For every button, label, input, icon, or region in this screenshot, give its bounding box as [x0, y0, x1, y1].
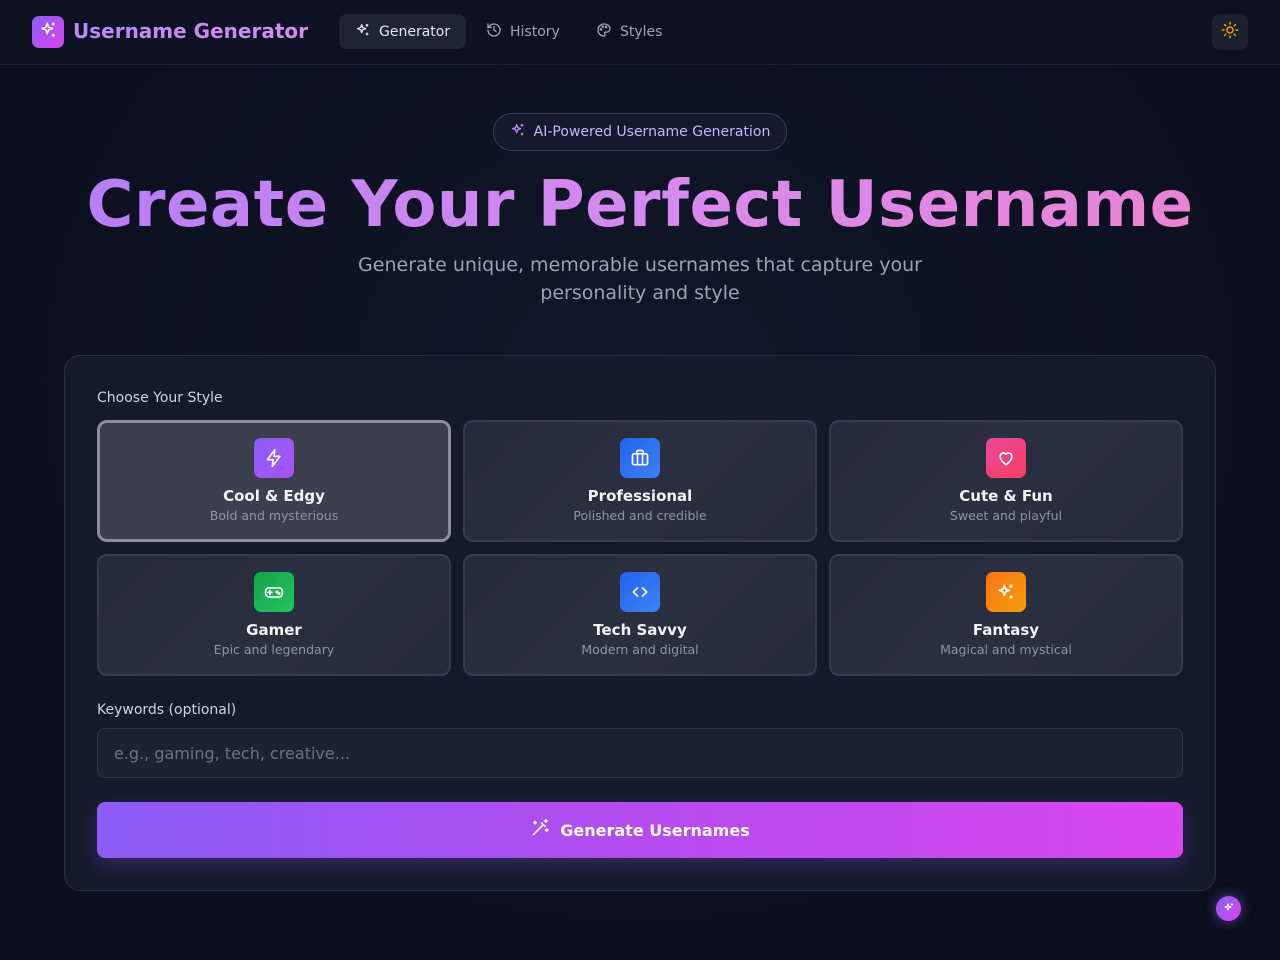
nav-history-label: History [510, 23, 560, 40]
style-option-cute-fun[interactable]: Cute & Fun Sweet and playful [829, 420, 1183, 542]
history-icon [486, 22, 502, 42]
nav-generator[interactable]: Generator [339, 14, 466, 49]
generate-button[interactable]: Generate Usernames [97, 802, 1183, 858]
style-desc: Bold and mysterious [209, 508, 339, 523]
briefcase-icon [620, 438, 660, 478]
palette-icon [596, 22, 612, 42]
generate-button-label: Generate Usernames [560, 820, 750, 840]
sparkles-icon [355, 22, 371, 42]
nav-history[interactable]: History [470, 14, 576, 49]
ai-badge: AI-Powered Username Generation [493, 113, 787, 151]
generator-card: Choose Your Style Cool & Edgy Bold and m… [64, 355, 1216, 891]
theme-toggle-button[interactable] [1212, 14, 1248, 50]
sparkles-icon [986, 572, 1026, 612]
style-label: Choose Your Style [97, 390, 223, 406]
style-name: Professional [587, 487, 693, 505]
style-option-cool-edgy[interactable]: Cool & Edgy Bold and mysterious [97, 420, 451, 542]
style-option-gamer[interactable]: Gamer Epic and legendary [97, 554, 451, 676]
nav-generator-label: Generator [379, 23, 451, 40]
style-option-fantasy[interactable]: Fantasy Magical and mystical [829, 554, 1183, 676]
style-option-professional[interactable]: Professional Polished and credible [463, 420, 817, 542]
keywords-input[interactable] [97, 728, 1183, 778]
sun-icon [1221, 21, 1239, 43]
floating-action-button[interactable] [1216, 896, 1241, 921]
magic-wand-icon [530, 818, 550, 842]
sparkles-icon [1223, 899, 1235, 918]
page-title: Create Your Perfect Username [0, 166, 1280, 244]
style-name: Gamer [246, 621, 302, 639]
style-desc: Polished and credible [573, 508, 707, 523]
style-name: Cool & Edgy [223, 487, 325, 505]
brand-title[interactable]: Username Generator [73, 19, 308, 43]
code-icon [620, 572, 660, 612]
style-name: Tech Savvy [593, 621, 687, 639]
nav-styles[interactable]: Styles [580, 14, 679, 49]
style-name: Fantasy [972, 621, 1040, 639]
style-desc: Magical and mystical [940, 642, 1072, 657]
style-desc: Sweet and playful [949, 508, 1063, 523]
ai-badge-label: AI-Powered Username Generation [533, 124, 771, 140]
style-desc: Epic and legendary [213, 642, 335, 657]
nav-styles-label: Styles [620, 23, 663, 40]
style-option-tech-savvy[interactable]: Tech Savvy Modern and digital [463, 554, 817, 676]
logo[interactable] [32, 16, 64, 48]
style-desc: Modern and digital [581, 642, 699, 657]
keywords-label: Keywords (optional) [97, 702, 237, 718]
heart-icon [986, 438, 1026, 478]
bolt-icon [254, 438, 294, 478]
style-name: Cute & Fun [959, 487, 1053, 505]
top-nav-bar: Username Generator Generator History Sty… [0, 0, 1280, 65]
page-subtitle: Generate unique, memorable usernames tha… [358, 254, 922, 304]
sparkles-icon [39, 21, 57, 43]
sparkles-icon [510, 122, 526, 142]
gamepad-icon [254, 572, 294, 612]
